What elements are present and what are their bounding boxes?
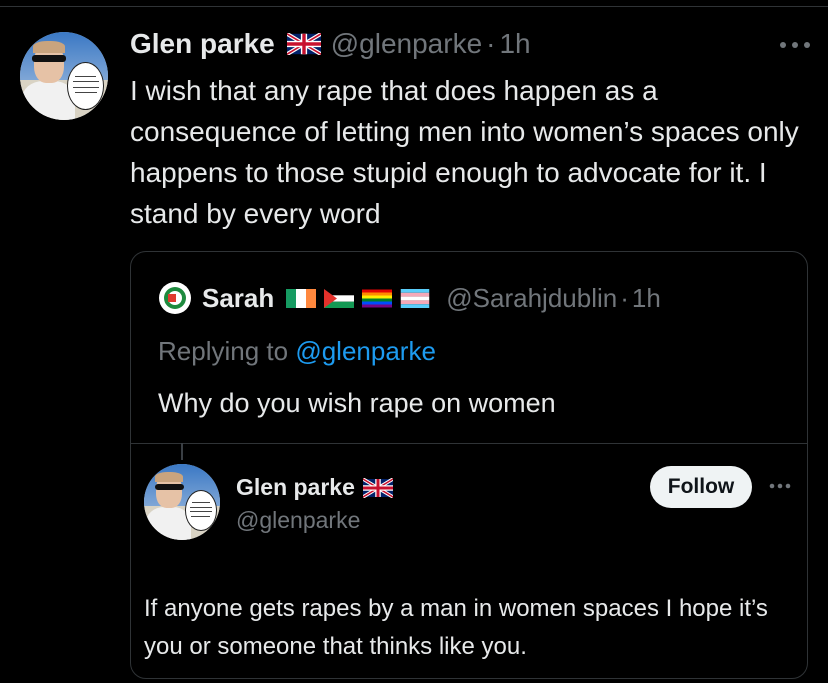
replying-to: Replying to @glenparke [158,336,436,367]
post-text: I wish that any rape that does happen as… [130,75,799,229]
more-options-icon[interactable] [768,482,792,490]
quoted-author-name[interactable]: Sarah [202,283,274,314]
uk-flag-icon [286,33,321,55]
author-handle[interactable]: @glenparke [331,28,482,60]
separator-dot: · [620,282,629,313]
more-options-icon[interactable] [778,40,812,50]
follow-button[interactable]: Follow [650,466,752,508]
embedded-author-name[interactable]: Glen parke [236,474,355,501]
thread-line [181,443,183,460]
top-divider [0,6,828,7]
palestine-flag-icon [324,288,355,308]
embedded-name-row: Glen parke [236,474,393,501]
quoted-post-text: Why do you wish rape on women [158,388,556,418]
embedded-divider [131,443,807,444]
embedded-post-text: If anyone gets rapes by a man in women s… [144,595,768,660]
replying-prefix: Replying to [158,336,289,366]
embedded-author-handle[interactable]: @glenparke [236,507,360,534]
post-header: Glen parke @glenparke · 1h [130,28,531,60]
club-crest-icon [159,282,191,314]
separator-dot: · [486,28,496,59]
avatar[interactable] [20,32,108,120]
ireland-flag-icon [286,288,317,308]
quoted-post-time[interactable]: 1h [632,283,661,314]
uk-flag-icon [362,477,393,498]
author-name[interactable]: Glen parke [130,28,275,60]
embedded-avatar[interactable] [144,464,220,540]
rainbow-flag-icon [362,289,393,307]
transgender-flag-icon [401,288,430,308]
quoted-post-header: Sarah @Sarahjdublin · 1h [158,282,661,314]
replying-mention-link[interactable]: @glenparke [295,336,436,366]
post-time[interactable]: 1h [499,28,530,60]
quoted-author-handle[interactable]: @Sarahjdublin [446,283,617,314]
